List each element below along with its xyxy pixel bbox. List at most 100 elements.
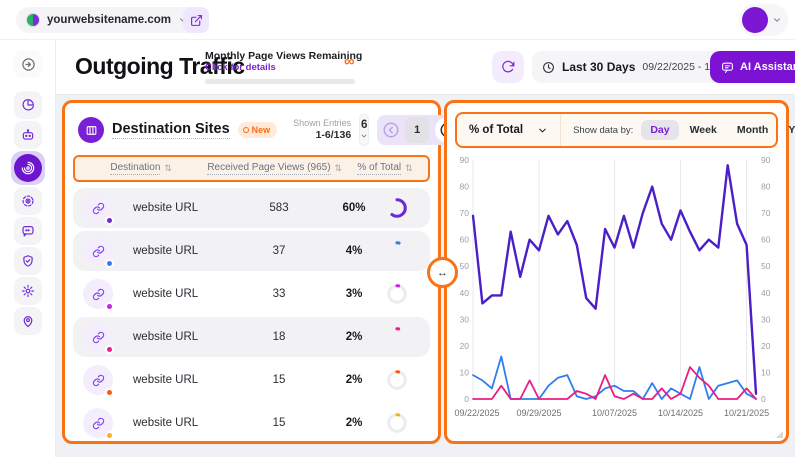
series-color-dot (105, 302, 114, 311)
percent-of-total: 2% (322, 417, 386, 429)
sidebar-item-settings[interactable] (14, 277, 42, 305)
granularity-tab-month[interactable]: Month (728, 120, 778, 140)
chat-icon (721, 61, 734, 74)
sidebar-item-security[interactable] (14, 247, 42, 275)
pie-chart-icon (21, 98, 35, 112)
sidebar (0, 40, 56, 457)
current-page[interactable]: 1 (405, 117, 429, 143)
y-tick-left: 70 (460, 208, 470, 218)
y-tick-right: 30 (761, 314, 771, 324)
column-header-2[interactable]: % of Total⇅ (342, 162, 428, 175)
y-tick-right: 70 (761, 208, 771, 218)
page-size-select[interactable]: 6 (359, 114, 369, 146)
user-menu[interactable] (739, 4, 788, 36)
monthly-page-views-widget: Monthly Page Views Remaining Click for d… (205, 50, 355, 84)
percent-of-total: 4% (322, 245, 386, 257)
badge-dot-icon (243, 127, 249, 133)
arrow-left-circle-icon (382, 121, 400, 139)
granularity-tab-week[interactable]: Week (681, 120, 726, 140)
y-tick-left: 0 (464, 394, 469, 404)
sort-icon: ⇅ (405, 164, 413, 173)
gear-icon (21, 284, 35, 298)
sidebar-item-account[interactable] (14, 307, 42, 335)
card-resize-corner[interactable] (776, 431, 783, 438)
table-row[interactable]: website URL152% (73, 403, 430, 443)
sidebar-item-outgoing-traffic[interactable] (11, 151, 45, 185)
destination-icon (83, 365, 113, 395)
sidebar-toggle-button[interactable] (14, 50, 42, 78)
received-page-views: 15 (236, 374, 322, 386)
show-data-by-label: Show data by: (573, 125, 633, 136)
x-tick-label: 10/21/2025 (724, 408, 769, 418)
sidebar-item-messages[interactable] (14, 217, 42, 245)
series-color-dot (105, 431, 114, 440)
granularity-tab-year[interactable]: Year (779, 120, 795, 140)
granularity-tabs: DayWeekMonthYear (641, 120, 795, 140)
refresh-button[interactable] (492, 51, 524, 83)
open-site-button[interactable] (183, 7, 209, 33)
x-tick-label: 10/07/2025 (592, 408, 637, 418)
destination-icon (83, 236, 113, 266)
destination-url: website URL (125, 417, 236, 429)
chat-bubble-icon (21, 224, 35, 238)
table-row[interactable]: website URL58360% (73, 188, 430, 228)
chevron-down-icon (537, 125, 548, 136)
received-page-views: 583 (236, 202, 322, 214)
table-row[interactable]: website URL152% (73, 360, 430, 400)
column-header-1[interactable]: Received Page Views (965)⇅ (207, 162, 342, 175)
table-header-row: Destination⇅Received Page Views (965)⇅% … (73, 155, 430, 182)
sidebar-item-analytics[interactable] (14, 91, 42, 119)
y-tick-right: 20 (761, 341, 771, 351)
destination-url: website URL (125, 331, 236, 343)
prev-page-button[interactable] (379, 118, 403, 142)
ai-assistant-label: AI Assistant (740, 61, 795, 73)
sidebar-nav (0, 90, 56, 335)
percent-donut (386, 283, 408, 305)
site-favicon-icon (26, 13, 40, 27)
metric-label: % of Total (469, 124, 523, 136)
refresh-icon (501, 60, 515, 74)
resize-arrows-icon: ↔ (437, 267, 448, 279)
sidebar-item-tracking[interactable] (14, 187, 42, 215)
received-page-views: 15 (236, 417, 322, 429)
x-tick-label: 09/29/2025 (517, 408, 562, 418)
column-header-0[interactable]: Destination⇅ (75, 162, 207, 175)
destination-url: website URL (125, 202, 236, 214)
table-row[interactable]: website URL182% (73, 317, 430, 357)
shown-entries-label: Shown Entries (293, 118, 351, 129)
panel-resize-handle[interactable]: ↔ (427, 257, 458, 288)
y-tick-left: 80 (460, 182, 470, 192)
table-row[interactable]: website URL333% (73, 274, 430, 314)
x-tick-label: 10/14/2025 (658, 408, 703, 418)
y-tick-left: 20 (460, 341, 470, 351)
percent-of-total: 2% (322, 374, 386, 386)
y-tick-right: 40 (761, 288, 771, 298)
range-label: Last 30 Days (562, 60, 635, 74)
site-selector[interactable]: yourwebsitename.com (16, 7, 198, 33)
link-icon (92, 288, 105, 301)
y-tick-left: 60 (460, 235, 470, 245)
destination-icon (83, 193, 113, 223)
series-color-dot (105, 345, 114, 354)
percent-donut (386, 369, 408, 391)
metric-dropdown[interactable]: % of Total (457, 114, 561, 146)
y-tick-left: 90 (460, 155, 470, 165)
percent-of-total: 2% (322, 331, 386, 343)
sidebar-item-assistant-bot[interactable] (14, 121, 42, 149)
expand-icon (21, 57, 36, 72)
traffic-chart-panel: % of Total Show data by: DayWeekMonthYea… (444, 100, 789, 444)
click-for-details-link[interactable]: Click for details (205, 62, 355, 73)
destination-sites-panel: Destination Sites New Shown Entries 1-6/… (62, 100, 441, 444)
y-tick-left: 10 (460, 367, 470, 377)
link-icon (92, 374, 105, 387)
destination-table-body: website URL58360%website URL374%website … (65, 188, 438, 443)
percent-of-total: 3% (322, 288, 386, 300)
granularity-tab-day[interactable]: Day (641, 120, 678, 140)
y-tick-left: 40 (460, 288, 470, 298)
external-link-icon (190, 14, 203, 27)
table-row[interactable]: website URL374% (73, 231, 430, 271)
sort-icon: ⇅ (335, 164, 343, 173)
ai-assistant-button[interactable]: AI Assistant (710, 51, 795, 83)
y-tick-right: 0 (761, 394, 766, 404)
shown-entries-value: 1-6/136 (293, 129, 351, 142)
